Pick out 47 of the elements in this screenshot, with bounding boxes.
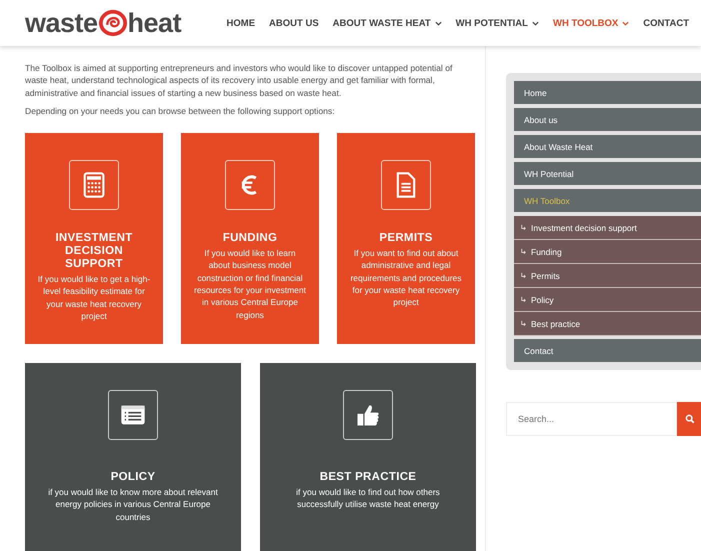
sidebar-item[interactable]: Home — [514, 81, 701, 104]
intro-paragraph: The Toolbox is aimed at supporting entrepreneurs and investors who would like to discover untapped potential of waste heat, understand technological aspects of its recovery into usable energy and get familiar with formal, administrative and financial issues of starting a new business based on waste heat. — [25, 62, 454, 99]
card-title: BEST PRACTICE — [320, 471, 416, 484]
arrow-icon — [520, 272, 527, 279]
toolbox-card[interactable]: POLICY if you would like to know more about relevant energy policies in various Central Europe countries — [25, 363, 241, 551]
card-description: If you would like to get a high-level feasibility estimate for your waste heat recovery project — [37, 273, 151, 322]
card-description: If you would like to learn about business model construction or find financial resources for your investment in various Central Europe regions — [193, 247, 307, 321]
logo-swirl-icon — [98, 9, 127, 37]
sidebar-item[interactable]: WH Potential — [514, 162, 701, 185]
nav-link[interactable]: ABOUT WASTE HEAT — [332, 18, 442, 28]
intro-paragraph: Depending on your needs you can browse between the following support options: — [25, 104, 336, 118]
sidebar-item[interactable]: Funding — [514, 240, 701, 264]
chevron-down-icon — [622, 20, 630, 26]
chevron-down-icon — [532, 20, 539, 26]
sidebar-item[interactable]: Contact — [514, 339, 701, 362]
card-title: POLICY — [110, 471, 156, 484]
arrow-icon — [520, 248, 527, 255]
card-title: PERMITS — [379, 232, 433, 246]
card-description: if you would like to know more about relevant energy policies in various Central Europe countries — [47, 486, 219, 524]
logo-text: waste — [25, 8, 98, 38]
nav-link[interactable]: CONTACT — [643, 18, 689, 28]
nav-link[interactable]: WH POTENTIAL — [456, 18, 539, 28]
arrow-icon — [520, 296, 527, 303]
search-field[interactable]: Search... — [506, 402, 677, 436]
search-icon — [684, 414, 694, 424]
nav-link[interactable]: WH TOOLBOX — [552, 18, 630, 28]
sidebar-item[interactable]: Permits — [514, 264, 701, 288]
logo-text: heat — [128, 8, 182, 38]
card-description: If you want to find out about administrative and legal requirements and procedures for your waste heat recovery project — [349, 247, 463, 309]
toolbox-card[interactable]: BEST PRACTICE if you would like to find out how others successfully utilise waste heat energy — [260, 363, 476, 551]
card-description: if you would like to find out how others successfully utilise waste heat energy — [295, 486, 441, 511]
nav-link[interactable]: ABOUT US — [269, 18, 319, 28]
arrow-icon — [520, 224, 527, 231]
sidebar-item[interactable]: Investment decision support — [514, 216, 701, 240]
sidebar-item[interactable]: Best practice — [514, 312, 701, 336]
chevron-down-icon — [434, 20, 442, 26]
sidebar-item[interactable]: About Waste Heat — [514, 135, 701, 158]
arrow-icon — [520, 320, 527, 327]
sidebar-item[interactable]: About us — [514, 108, 701, 131]
toolbox-card[interactable]: INVESTMENT DECISION SUPPORT If you would like to get a high-level feasibility estimate for your waste heat recovery project — [25, 133, 163, 344]
search-button[interactable] — [677, 402, 701, 436]
card-title: FUNDING — [222, 232, 278, 246]
card-title: INVESTMENT DECISION SUPPORT — [54, 232, 134, 272]
toolbox-card[interactable]: FUNDING If you would like to learn about business model construction or find financial resources for your investment in various Central Europe regions — [181, 133, 319, 344]
nav-link[interactable]: HOME — [226, 18, 256, 28]
toolbox-card[interactable]: PERMITS If you want to find out about administrative and legal requirements and procedures for your waste heat recovery project — [337, 133, 475, 344]
sidebar-item[interactable]: Policy — [514, 288, 701, 312]
